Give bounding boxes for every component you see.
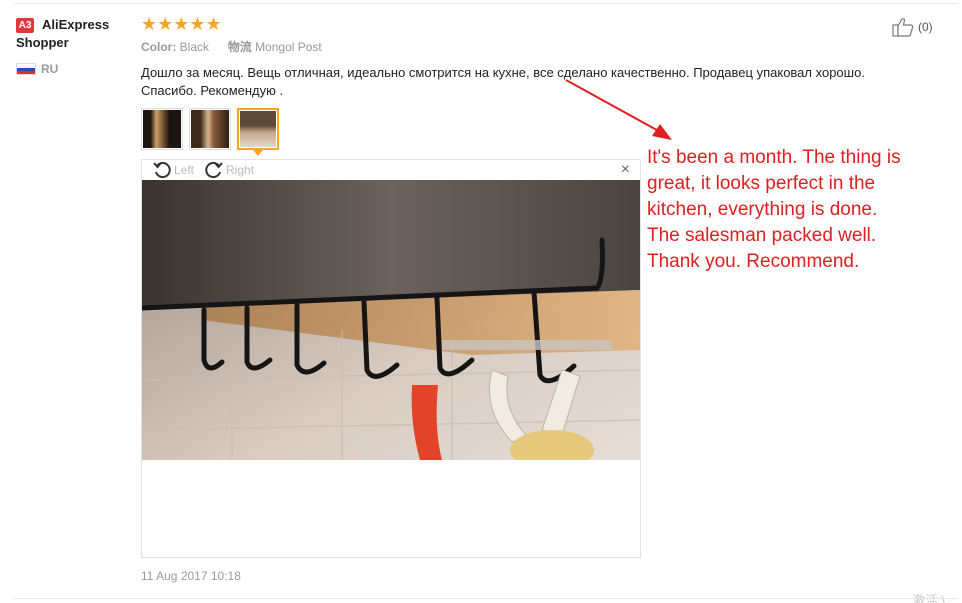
translation-annotation: It's been a month. The thing is great, i…	[647, 147, 901, 272]
russia-flag-icon	[16, 63, 36, 75]
top-divider	[14, 3, 958, 4]
thumbnail-image	[191, 110, 229, 148]
bottom-divider	[14, 598, 958, 599]
helpful-button[interactable]: (0)	[892, 17, 933, 37]
rotate-left-icon	[153, 162, 171, 179]
rotate-right-icon	[205, 162, 223, 179]
color-value: Black	[179, 40, 210, 54]
review-text: Дошло за месяц. Вещь отличная, идеально …	[141, 65, 865, 98]
reviewer-level-badge: A3	[16, 18, 34, 33]
logistics-value: Mongol Post	[255, 40, 322, 54]
photo-thumbnail[interactable]	[141, 108, 183, 150]
logistics-label: 物流	[227, 40, 252, 54]
photo-thumbnail-selected[interactable]	[237, 108, 279, 156]
country-code: RU	[41, 62, 59, 76]
review-photo	[142, 180, 640, 460]
viewer-toolbar: Left Right	[152, 160, 264, 180]
thumbnail-image	[143, 110, 181, 148]
order-attributes: Color: Black 物流 Mongol Post	[141, 40, 322, 54]
thumbnail-image	[240, 111, 276, 147]
photo-viewer: Left Right ×	[141, 159, 641, 558]
watermark: 激活 \	[912, 593, 946, 603]
annotation-arrow-icon	[565, 79, 672, 140]
viewer-close-button[interactable]: ×	[621, 162, 630, 178]
rotate-left-label: Left	[174, 163, 195, 177]
reviewer-country: RU	[16, 62, 58, 76]
color-label: Color:	[141, 40, 177, 54]
thumbs-up-icon	[892, 18, 914, 37]
rotate-right-button[interactable]: Right	[204, 160, 254, 180]
rotate-left-button[interactable]: Left	[152, 160, 194, 180]
photo-thumbnail[interactable]	[189, 108, 231, 150]
selected-caret-icon	[253, 150, 263, 156]
review-date: 11 Aug 2017 10:18	[141, 569, 241, 583]
star-rating: ★★★★★	[141, 14, 222, 34]
rotate-right-label: Right	[226, 163, 255, 177]
review-photo-thumbnails	[141, 108, 279, 156]
helpful-count: (0)	[918, 20, 933, 34]
hook-rack-photo	[142, 180, 640, 460]
